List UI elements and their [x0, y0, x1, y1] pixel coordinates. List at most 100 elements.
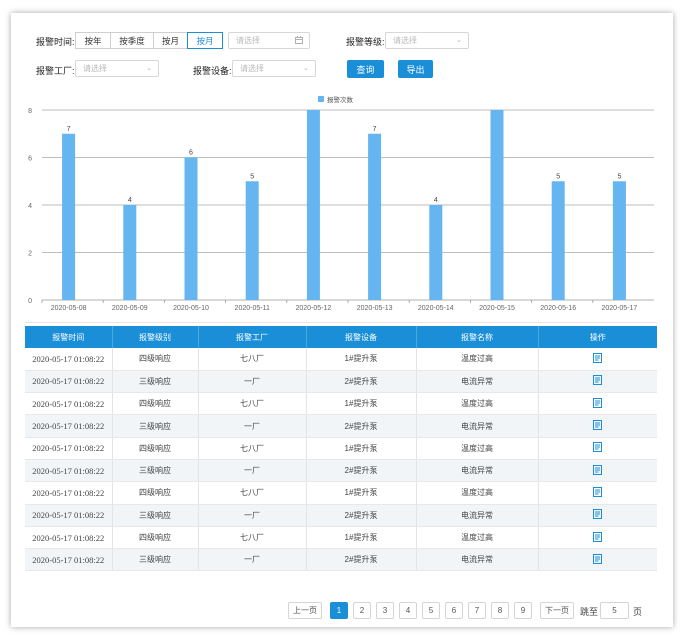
table-row: 2020-05-17 01:08:22 三级响应 一厂 2#提升泵 电流异常	[25, 504, 657, 527]
alarm-level-placeholder: 请选择	[393, 36, 417, 45]
legend-label: 报警次数	[327, 95, 354, 104]
page-suffix-label: 页	[633, 607, 643, 617]
alarm-level-select[interactable]: 请选择 ⌄	[385, 32, 469, 49]
x-tick-label: 2020-05-09	[112, 305, 148, 312]
bar-value-label: 4	[128, 197, 132, 204]
alarm-level-cell: 四级响应	[112, 526, 199, 550]
page-5-button[interactable]: 5	[422, 602, 440, 619]
query-button[interactable]: 查询	[347, 60, 384, 78]
alarm-time-label: 报警时间:	[36, 37, 75, 47]
bar-value-label: 5	[556, 173, 560, 180]
alarm-factory-cell: 七八厂	[198, 348, 307, 371]
jump-page-input[interactable]: 5	[600, 602, 629, 619]
bar-2020-05-13	[368, 133, 382, 300]
calendar-icon	[295, 36, 303, 46]
alarm-name-cell: 电流异常	[416, 414, 539, 438]
document-icon[interactable]	[593, 442, 603, 453]
alarm-device-cell: 1#提升泵	[306, 392, 417, 416]
bar-chart-svg: 报警次数 0 2 4 6 8 7 2020-05-08 4 2020-05-09 6 2020-05-…	[28, 95, 654, 312]
page-3-button[interactable]: 3	[376, 602, 394, 619]
alarm-name-cell: 电流异常	[416, 459, 539, 483]
date-placeholder: 请选择	[236, 36, 260, 45]
x-tick-label: 2020-05-11	[235, 305, 270, 312]
alarm-level-cell: 四级响应	[112, 348, 199, 371]
alarm-name-cell: 温度过高	[416, 348, 539, 371]
table-row: 2020-05-17 01:08:22 四级响应 七八厂 1#提升泵 温度过高	[25, 481, 657, 505]
bar-value-label: 5	[250, 173, 254, 180]
bar-2020-05-15	[490, 110, 504, 300]
alarm-name-cell: 电流异常	[416, 504, 539, 527]
chevron-down-icon: ⌄	[146, 65, 152, 72]
bar-value-label: 4	[434, 197, 438, 204]
document-icon[interactable]	[593, 486, 603, 497]
document-icon[interactable]	[593, 375, 603, 386]
alarm-level-cell: 四级响应	[112, 481, 199, 505]
table-row: 2020-05-17 01:08:22 四级响应 七八厂 1#提升泵 温度过高	[25, 526, 657, 550]
bar-value-label: 7	[373, 126, 377, 133]
page-6-button[interactable]: 6	[445, 602, 463, 619]
table-row: 2020-05-17 01:08:22 三级响应 一厂 2#提升泵 电流异常	[25, 459, 657, 483]
operation-cell	[538, 392, 657, 416]
table-row: 2020-05-17 01:08:22 三级响应 一厂 2#提升泵 电流异常	[25, 548, 657, 572]
column-header: 报警工厂	[198, 326, 307, 348]
prev-page-button[interactable]: 上一页	[288, 602, 322, 619]
document-icon[interactable]	[593, 420, 603, 431]
alarm-level-cell: 三级响应	[112, 548, 199, 572]
operation-cell	[538, 370, 657, 394]
alarm-device-cell: 1#提升泵	[306, 481, 417, 505]
alarm-time-cell: 2020-05-17 01:08:22	[25, 526, 113, 550]
alarm-device-cell: 2#提升泵	[306, 459, 417, 483]
document-icon[interactable]	[593, 509, 603, 520]
mode-month-button[interactable]: 按月	[153, 32, 188, 49]
bar-2020-05-17	[612, 181, 626, 300]
page-2-button[interactable]: 2	[353, 602, 371, 619]
table-row: 2020-05-17 01:08:22 三级响应 一厂 2#提升泵 电流异常	[25, 370, 657, 394]
table-body: 2020-05-17 01:08:22 四级响应 七八厂 1#提升泵 温度过高 2020-…	[25, 348, 657, 572]
next-page-button[interactable]: 下一页	[540, 602, 574, 619]
y-tick-label: 2	[28, 251, 32, 258]
document-icon[interactable]	[593, 397, 603, 408]
page-9-button[interactable]: 9	[514, 602, 532, 619]
alarm-name-cell: 电流异常	[416, 548, 539, 572]
x-tick-label: 2020-05-17	[601, 305, 637, 312]
alarm-time-cell: 2020-05-17 01:08:22	[25, 548, 113, 572]
column-header: 操作	[538, 326, 657, 348]
bar-2020-05-16	[551, 181, 565, 300]
alarm-device-select[interactable]: 请选择 ⌄	[232, 60, 316, 77]
export-button[interactable]: 导出	[398, 60, 433, 78]
document-icon[interactable]	[593, 553, 603, 564]
column-header: 报警时间	[25, 326, 113, 348]
x-tick-label: 2020-05-12	[295, 305, 331, 312]
mode-year-button[interactable]: 按年	[75, 32, 111, 49]
mode-quarter-button[interactable]: 按季度	[110, 32, 154, 49]
document-icon[interactable]	[593, 464, 603, 475]
alarm-device-label: 报警设备:	[193, 66, 232, 76]
table-row: 2020-05-17 01:08:22 三级响应 一厂 2#提升泵 电流异常	[25, 414, 657, 438]
alarm-device-placeholder: 请选择	[240, 64, 264, 73]
page-1-button[interactable]: 1	[330, 602, 348, 619]
alarm-factory-select[interactable]: 请选择 ⌄	[75, 60, 159, 77]
bar-2020-05-12	[306, 110, 320, 300]
y-tick-label: 0	[28, 298, 32, 305]
alarm-factory-cell: 七八厂	[198, 392, 307, 416]
document-icon[interactable]	[593, 531, 603, 542]
page-7-button[interactable]: 7	[468, 602, 486, 619]
chevron-down-icon: ⌄	[456, 37, 462, 44]
mode-month-active-button[interactable]: 按月	[187, 32, 223, 49]
document-icon[interactable]	[593, 352, 603, 363]
column-header: 报警级别	[112, 326, 199, 348]
alarm-factory-cell: 七八厂	[198, 481, 307, 505]
y-tick-label: 8	[28, 108, 32, 115]
alarm-time-cell: 2020-05-17 01:08:22	[25, 414, 113, 438]
alarm-name-cell: 温度过高	[416, 392, 539, 416]
alarm-device-cell: 1#提升泵	[306, 348, 417, 371]
operation-cell	[538, 348, 657, 371]
pagination: 上一页 123456789 下一页 跳至 5 页	[11, 602, 673, 619]
date-picker[interactable]: 请选择	[228, 32, 310, 49]
bar-value-label: 5	[617, 173, 621, 180]
table-row: 2020-05-17 01:08:22 四级响应 七八厂 1#提升泵 温度过高	[25, 437, 657, 460]
page-8-button[interactable]: 8	[491, 602, 509, 619]
alarm-factory-cell: 一厂	[198, 504, 307, 527]
page-4-button[interactable]: 4	[399, 602, 417, 619]
alarm-factory-cell: 一厂	[198, 459, 307, 483]
